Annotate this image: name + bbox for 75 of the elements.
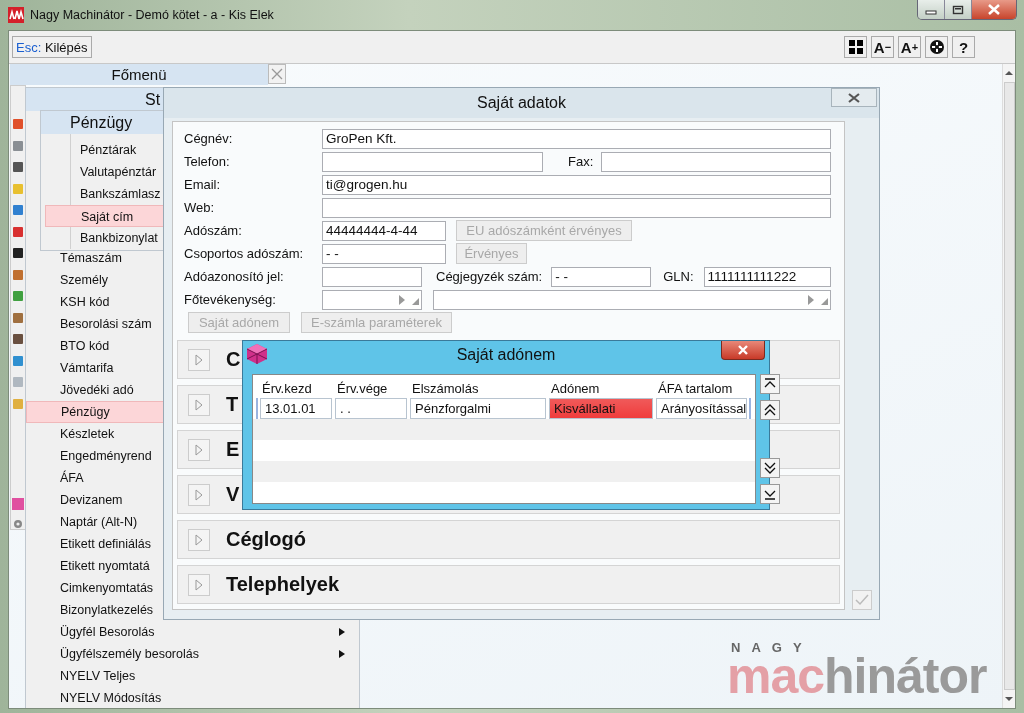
dropdown-arrow-icon [398, 293, 420, 306]
column-header: Adónem [550, 381, 601, 396]
dropdown-field[interactable] [433, 289, 831, 310]
section-title: Telephelyek [226, 573, 340, 596]
field-label: Csoportos adószám: [184, 246, 305, 261]
input-field[interactable]: - - [322, 243, 446, 264]
field-label: Főtevékenység: [184, 292, 277, 307]
column-header: Elszámolás [411, 381, 480, 396]
input-field[interactable]: 44444444-4-44 [322, 220, 446, 241]
toolbar-button[interactable] [925, 36, 948, 58]
dialog-title: Saját adatok [477, 94, 566, 112]
field-label: Adóazonosító jel: [184, 269, 285, 284]
layout-button[interactable] [844, 36, 867, 58]
table-cell[interactable]: . . [335, 398, 407, 419]
section-title: E [226, 438, 240, 461]
cube-icon [246, 343, 268, 365]
menu-item[interactable]: NYELV Módosítás [26, 687, 359, 708]
menu-item[interactable]: NYELV Teljes [26, 665, 359, 687]
circle-icon [928, 39, 945, 55]
toolbar-button[interactable]: ? [952, 36, 975, 58]
check-icon [855, 594, 869, 606]
section-title: T [226, 393, 239, 416]
field-label: Adószám: [184, 223, 243, 238]
dropdown-field[interactable] [322, 289, 422, 310]
column-header: Érv.kezd [261, 381, 313, 396]
popup-title: Saját adónem [456, 346, 556, 364]
grid-icon [848, 40, 863, 54]
exit-button[interactable]: Esc: Kilépés [12, 36, 92, 58]
scroll-down-icon[interactable] [1005, 696, 1013, 702]
close-icon [737, 345, 749, 355]
section-header[interactable]: Céglogó [177, 520, 840, 559]
panel-header: Főmenü [10, 64, 268, 85]
close-button[interactable] [721, 341, 765, 360]
input-field[interactable]: GroPen Kft. [322, 128, 831, 149]
square-icon[interactable] [13, 333, 23, 345]
window-title: Nagy Machinátor - Demó kötet - a - Kis Elek [30, 8, 275, 22]
field-label: GLN: [663, 269, 694, 284]
close-icon [271, 68, 283, 80]
scroll-up-icon[interactable] [1005, 70, 1013, 76]
input-field[interactable]: - - [551, 266, 652, 287]
input-field[interactable] [601, 151, 831, 172]
input-field[interactable] [322, 151, 543, 172]
field-label: Web: [184, 200, 216, 215]
table-cell[interactable]: Arányosítással [656, 398, 748, 419]
table-cell[interactable]: Pénzforgalmi [410, 398, 546, 419]
square-icon[interactable] [13, 247, 23, 259]
section-header[interactable]: Telephelyek [177, 565, 840, 604]
section-title: V [226, 483, 240, 506]
close-icon[interactable] [987, 4, 1001, 15]
table-cell[interactable]: 13.01.01 [260, 398, 332, 419]
field-label: Telefon: [184, 154, 231, 169]
app-icon [8, 7, 24, 23]
close-button[interactable] [972, 0, 1016, 19]
field-label: Email: [184, 177, 222, 192]
close-icon [847, 92, 861, 103]
section-title: C [226, 348, 241, 371]
table-cell[interactable]: Kisvállalati [549, 398, 653, 419]
close-button[interactable] [831, 88, 877, 107]
section-title: Céglogó [226, 528, 306, 551]
field-label: Cégjegyzék szám: [436, 269, 543, 284]
gear-icon[interactable] [13, 519, 23, 529]
dropdown-arrow-icon [807, 293, 829, 306]
input-field[interactable] [322, 197, 831, 218]
input-field[interactable]: 1111111111222 [703, 266, 831, 287]
field-label: Fax: [568, 154, 594, 169]
input-field[interactable] [322, 266, 422, 287]
menu-item[interactable]: Ügyfélszemély besorolás [26, 643, 359, 665]
maximize-button[interactable] [945, 0, 972, 19]
restore-icon[interactable] [952, 4, 964, 15]
field-label: Cégnév: [184, 131, 234, 146]
column-header: Érv.vége [336, 381, 389, 396]
input-field[interactable]: ti@grogen.hu [322, 174, 831, 195]
square-icon[interactable] [13, 161, 23, 173]
menu-item[interactable]: Ügyfél Besorolás [26, 621, 359, 643]
column-header: ÁFA tartalom [657, 381, 734, 396]
